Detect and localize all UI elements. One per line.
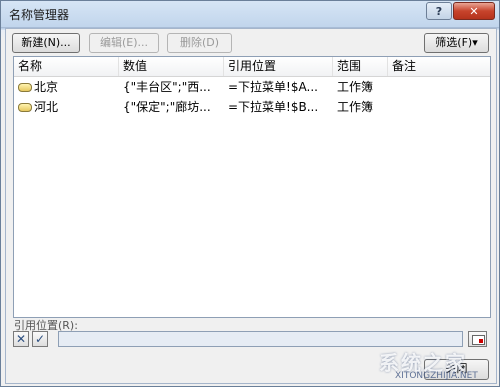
row-name: 河北 (34, 100, 59, 114)
row-refers-to: =下拉菜单!$B... (228, 100, 319, 114)
row-scope: 工作簿 (337, 80, 374, 94)
help-button[interactable]: ? (426, 2, 452, 20)
edit-button[interactable]: 编辑(E)... (89, 33, 159, 53)
refers-to-input[interactable] (58, 331, 463, 347)
row-name: 北京 (34, 80, 59, 94)
row-comment (388, 77, 490, 97)
range-select-icon (472, 335, 485, 345)
row-value: {"丰台区";"西... (123, 80, 211, 94)
close-button[interactable]: 关闭 (424, 359, 489, 380)
row-comment (388, 97, 490, 117)
defined-name-icon (18, 83, 32, 92)
new-button[interactable]: 新建(N)... (12, 33, 80, 53)
column-header-refers-to[interactable]: 引用位置 (224, 57, 333, 76)
column-header-scope[interactable]: 范围 (333, 57, 388, 76)
name-manager-window: 名称管理器 ? ✕ 新建(N)... 编辑(E)... 删除(D) 筛选(F)▾… (0, 0, 500, 387)
row-name-cell: 河北 (14, 97, 119, 117)
title-bar[interactable]: 名称管理器 ? ✕ (1, 1, 499, 28)
table-row[interactable]: 河北 {"保定";"廊坊... =下拉菜单!$B... 工作簿 (14, 97, 490, 117)
column-header-name[interactable]: 名称 (14, 57, 119, 76)
column-header-value[interactable]: 数值 (119, 57, 224, 76)
row-name-cell: 北京 (14, 77, 119, 97)
collapse-dialog-button[interactable] (468, 331, 487, 347)
defined-name-icon (18, 103, 32, 112)
delete-button[interactable]: 删除(D) (167, 33, 232, 53)
cancel-edit-button[interactable]: ✕ (13, 331, 29, 347)
names-list[interactable]: 名称 数值 引用位置 范围 备注 北京 {"丰台区";"西... =下拉菜单!$… (13, 56, 491, 318)
table-row[interactable]: 北京 {"丰台区";"西... =下拉菜单!$A... 工作簿 (14, 77, 490, 97)
row-value: {"保定";"廊坊... (123, 100, 211, 114)
column-header-comment[interactable]: 备注 (388, 57, 490, 76)
window-close-button[interactable]: ✕ (453, 2, 495, 20)
window-title: 名称管理器 (9, 8, 70, 22)
filter-button[interactable]: 筛选(F)▾ (424, 33, 489, 53)
row-refers-to: =下拉菜单!$A... (228, 80, 318, 94)
list-header: 名称 数值 引用位置 范围 备注 (14, 57, 490, 77)
row-scope: 工作簿 (337, 100, 374, 114)
confirm-edit-button[interactable]: ✓ (32, 331, 48, 347)
dialog-client-area: 新建(N)... 编辑(E)... 删除(D) 筛选(F)▾ 名称 数值 引用位… (5, 28, 497, 384)
refers-to-bar: ✕ ✓ (13, 331, 489, 348)
